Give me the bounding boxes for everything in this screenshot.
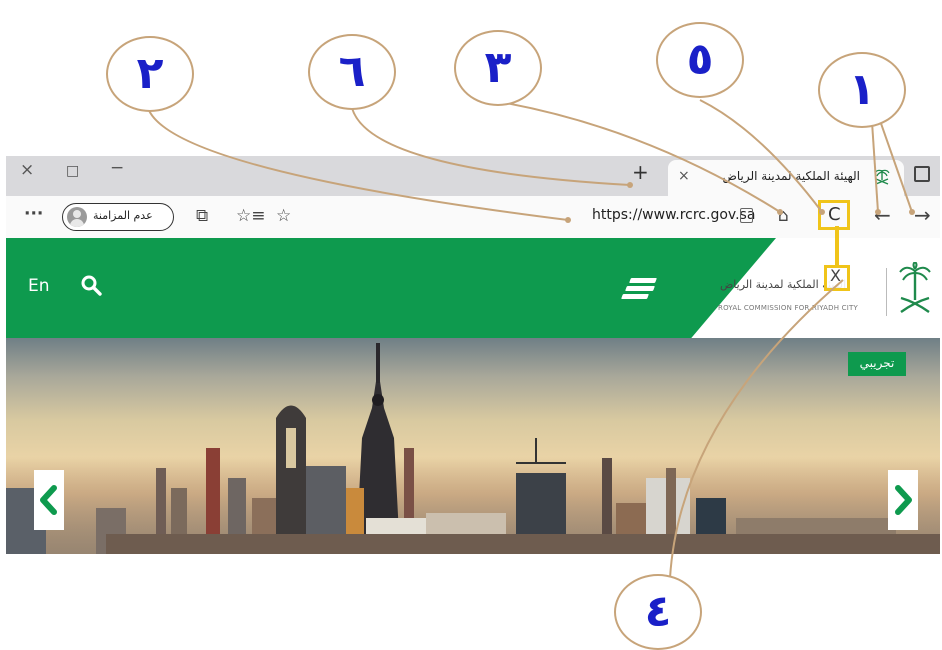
refresh-highlight: C — [818, 200, 850, 230]
callout-4: ٤ — [614, 574, 702, 650]
hero-slider: تجريبي — [6, 338, 940, 554]
new-tab-button[interactable]: + — [632, 160, 649, 184]
tab-title: الهيئة الملكية لمدينة الرياض — [722, 169, 860, 183]
hamburger-menu-icon[interactable] — [621, 276, 657, 300]
web-page: En الهيئة الملكية لمدينة الرياض ROYAL CO… — [6, 226, 940, 554]
forward-button[interactable]: → — [914, 203, 931, 227]
site-header: En الهيئة الملكية لمدينة الرياض ROYAL CO… — [6, 226, 940, 338]
lock-icon[interactable] — [740, 208, 753, 223]
language-toggle-link[interactable]: En — [28, 276, 50, 296]
trial-badge: تجريبي — [848, 352, 906, 376]
callout-2-number: ٢ — [136, 48, 164, 99]
stop-highlight: X — [824, 265, 850, 291]
tab-actions-icon[interactable] — [914, 166, 930, 182]
chevron-left-icon — [40, 485, 57, 515]
trial-badge-label: تجريبي — [859, 356, 895, 370]
header-green-bar — [6, 238, 776, 338]
favorites-icon[interactable]: ☆≡ — [236, 206, 265, 226]
callout-3: ٣ — [454, 30, 542, 106]
window-close-button[interactable]: × — [20, 160, 34, 180]
riyadh-skyline-image — [6, 343, 940, 554]
window-maximize-button[interactable]: □ — [66, 163, 79, 179]
tab-close-icon[interactable]: × — [678, 168, 690, 184]
collections-icon[interactable]: ⧉ — [196, 206, 208, 226]
callout-4-number: ٤ — [644, 586, 672, 637]
callout-3-number: ٣ — [484, 42, 512, 93]
home-button[interactable]: ⌂ — [778, 206, 789, 226]
search-icon[interactable] — [80, 274, 102, 296]
browser-tab[interactable]: × الهيئة الملكية لمدينة الرياض — [668, 160, 904, 196]
browser-window: × □ − + × الهيئة الملكية لمدينة الرياض ·… — [6, 156, 940, 554]
add-favorite-icon[interactable]: ☆ — [276, 206, 291, 226]
callout-6-number: ٦ — [338, 46, 366, 97]
slider-next-button[interactable] — [888, 470, 918, 530]
callout-1-number: ١ — [848, 64, 876, 115]
callout-2: ٢ — [106, 36, 194, 112]
palm-emblem-icon — [874, 169, 890, 185]
logo-divider — [886, 268, 887, 316]
refresh-button[interactable]: C — [828, 204, 841, 225]
slider-prev-button[interactable] — [34, 470, 64, 530]
url-field[interactable]: https://www.rcrc.gov.sa — [592, 207, 755, 223]
back-button[interactable]: ← — [874, 203, 891, 227]
callout-1: ١ — [818, 52, 906, 128]
callout-6: ٦ — [308, 34, 396, 110]
profile-sync-label: عدم المزامنة — [93, 209, 153, 222]
address-bar: ··· عدم المزامنة ⧉ ☆≡ ☆ https://www.rcrc… — [6, 196, 940, 239]
tab-strip: × □ − + × الهيئة الملكية لمدينة الرياض — [6, 156, 940, 196]
saudi-emblem-icon — [899, 262, 931, 313]
callout-5-number: ٥ — [686, 34, 714, 85]
more-options-button[interactable]: ··· — [24, 204, 43, 224]
avatar-icon — [67, 207, 87, 227]
chevron-right-icon — [895, 485, 912, 515]
callout-5: ٥ — [656, 22, 744, 98]
logo-english-name: ROYAL COMMISSION FOR RIYADH CITY — [718, 304, 858, 312]
profile-button[interactable]: عدم المزامنة — [62, 203, 174, 231]
stop-button[interactable]: X — [830, 266, 841, 285]
stop-connector — [835, 226, 839, 265]
window-minimize-button[interactable]: − — [110, 158, 124, 178]
